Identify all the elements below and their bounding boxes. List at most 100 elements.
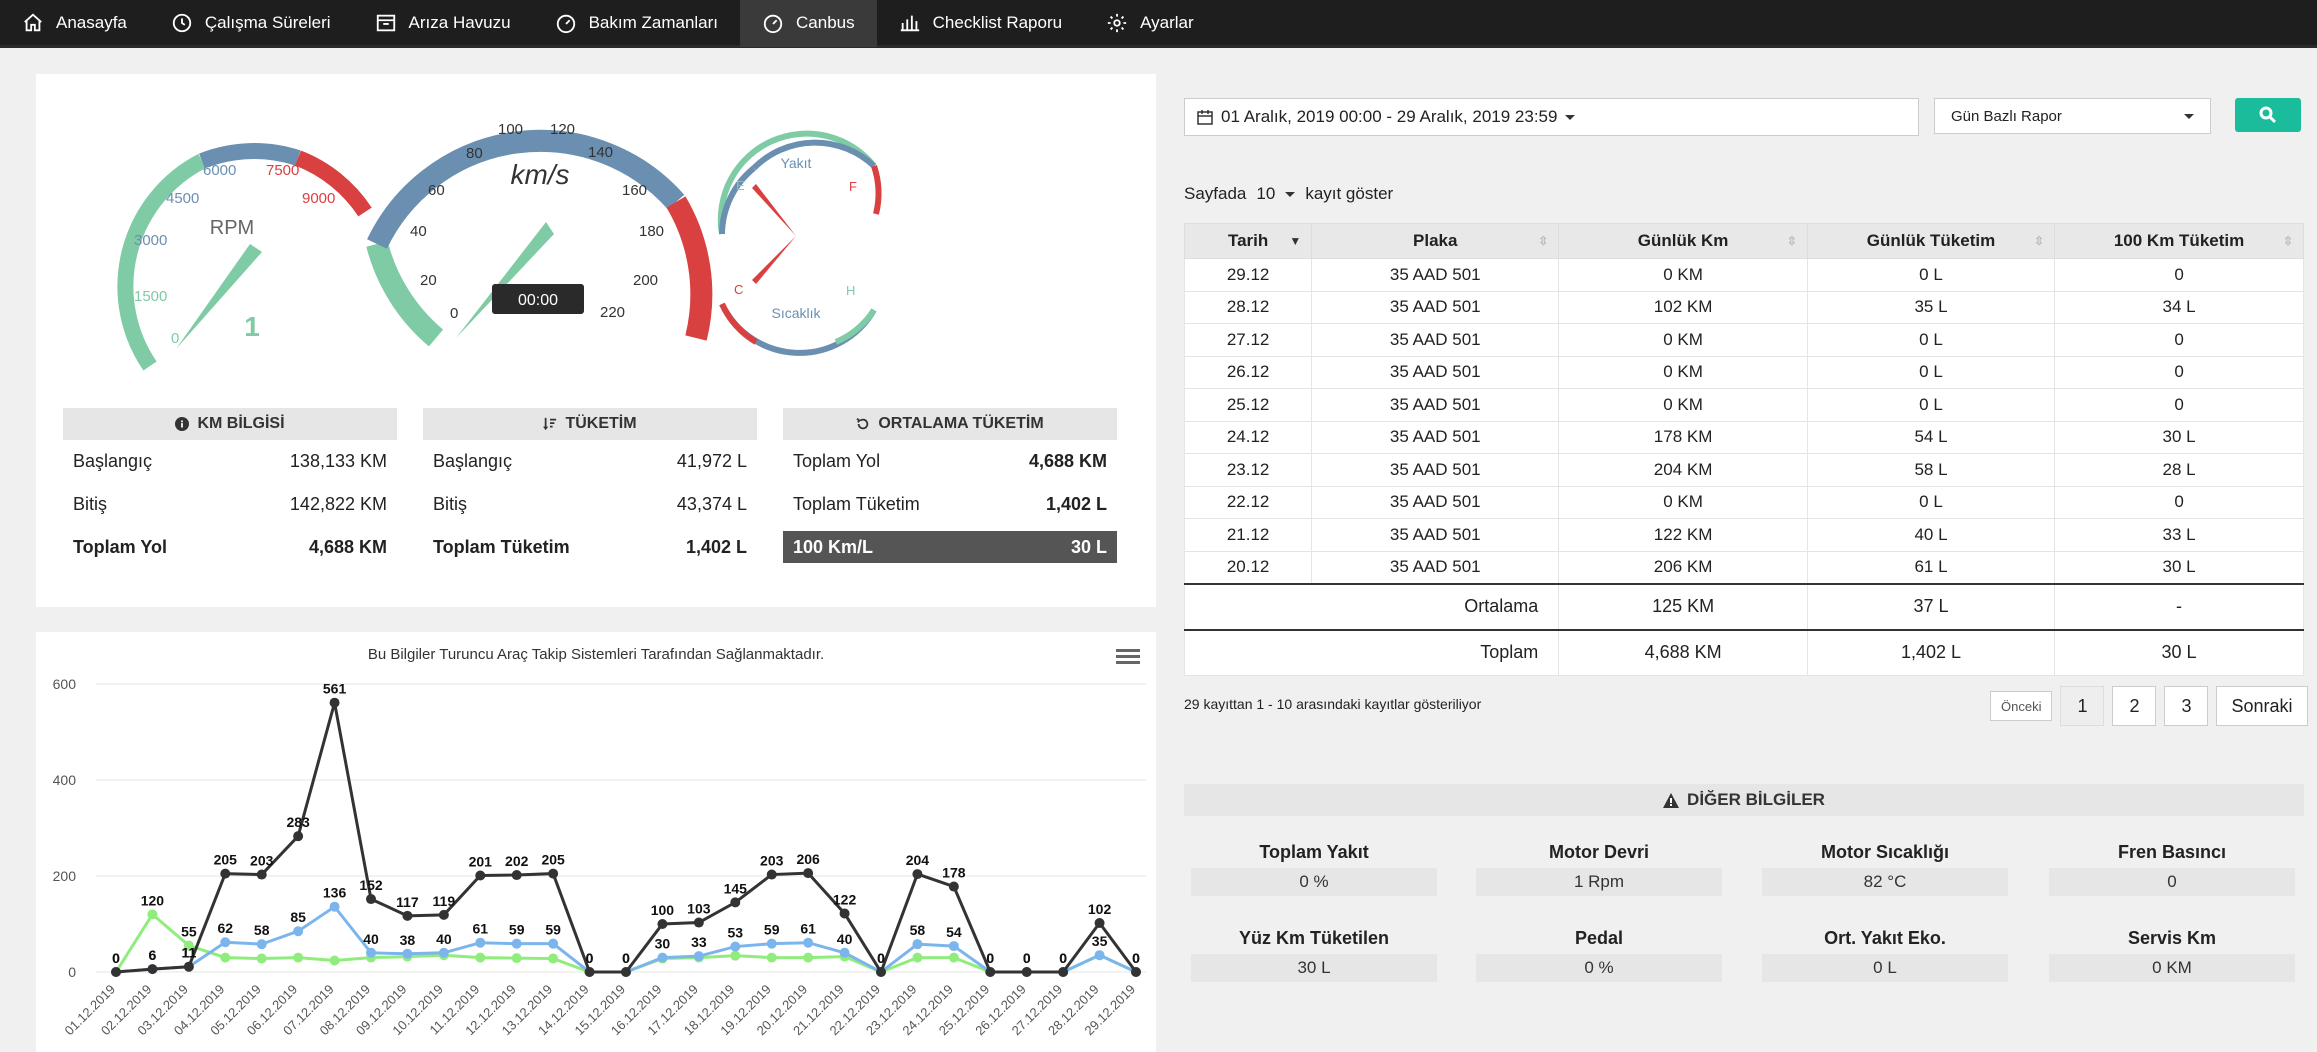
- avg-total-row: Toplam Tüketim 1,402 L: [783, 483, 1117, 526]
- page-button-1[interactable]: 1: [2060, 686, 2105, 726]
- data-point: [256, 869, 267, 880]
- table-cell: 22.12: [1183, 485, 1313, 519]
- search-button[interactable]: [2235, 98, 2301, 132]
- table-cell: 27.12: [1183, 323, 1313, 357]
- other-label: Yüz Km Tüketilen: [1238, 928, 1390, 948]
- other-value: 0 KM: [2049, 954, 2295, 982]
- col-header-plaka[interactable]: Plaka ⇳: [1311, 223, 1560, 259]
- table-row: 21.12 35 AAD 501 122 KM 40 L 33 L: [1183, 518, 2304, 552]
- data-point: [912, 939, 923, 950]
- data-label: 152: [359, 877, 383, 893]
- rpm-tick: 4500: [166, 190, 199, 207]
- speed-tick: 160: [622, 182, 647, 199]
- next-page-button[interactable]: Sonraki: [2216, 686, 2308, 726]
- data-label: 59: [509, 922, 525, 938]
- average-km: 125 KM: [1558, 582, 1808, 630]
- data-point: [402, 948, 413, 959]
- data-label: 205: [214, 852, 238, 868]
- speed-tick: 0: [450, 305, 458, 322]
- home-icon: [24, 13, 42, 31]
- page-length-select[interactable]: 10: [1252, 184, 1299, 204]
- nav-calisma-sureleri[interactable]: Çalışma Süreleri: [149, 0, 353, 47]
- temp-cold: C: [734, 282, 743, 297]
- speed-time: 00:00: [518, 292, 558, 309]
- page-button-3[interactable]: 3: [2164, 686, 2209, 726]
- y-tick-label: 0: [68, 964, 76, 980]
- other-label: Motor Sıcaklığı: [1820, 842, 1950, 862]
- nav-label: Arıza Havuzu: [408, 12, 511, 32]
- nav-ayarlar[interactable]: Ayarlar: [1084, 0, 1216, 47]
- data-point: [220, 868, 231, 879]
- data-label: 201: [469, 854, 493, 870]
- fuel-needle: [752, 184, 796, 236]
- data-point: [548, 953, 559, 964]
- table-cell: 26.12: [1183, 355, 1313, 389]
- table-cell: 0: [2054, 258, 2304, 292]
- table-row: 26.12 35 AAD 501 0 KM 0 L0: [1183, 355, 2304, 389]
- other-label: Pedal: [1574, 928, 1624, 948]
- col-header-100km-tuketim[interactable]: 100 Km Tüketim ⇳: [2054, 223, 2304, 259]
- nav-canbus[interactable]: Canbus: [740, 0, 877, 47]
- data-label: 62: [217, 920, 233, 936]
- data-label: 0: [622, 950, 630, 966]
- page-button-2[interactable]: 2: [2112, 686, 2157, 726]
- nav-ariza-havuzu[interactable]: Arıza Havuzu: [353, 0, 533, 47]
- sort-icon: ⇳: [1786, 234, 1797, 248]
- data-point: [730, 941, 741, 952]
- nav-label: Ayarlar: [1140, 12, 1194, 32]
- data-point: [293, 952, 304, 963]
- data-label: 11: [181, 945, 196, 961]
- data-label: 6: [149, 947, 157, 963]
- col-header-gunluk-km[interactable]: Günlük Km ⇳: [1558, 223, 1808, 259]
- data-label: 0: [112, 950, 120, 966]
- top-nav: Anasayfa Çalışma Süreleri Arıza Havuzu B…: [0, 0, 2317, 48]
- nav-bakim-zamanlari[interactable]: Bakım Zamanları: [533, 0, 740, 47]
- table-info: 29 kayıttan 1 - 10 arasındaki kayıtlar g…: [1184, 696, 1482, 712]
- chart-menu-icon[interactable]: [1116, 649, 1140, 664]
- data-label: 0: [1023, 950, 1031, 966]
- data-point: [948, 881, 959, 892]
- data-label: 120: [141, 892, 165, 908]
- table-cell: 35 AAD 501: [1311, 290, 1560, 324]
- prev-page-button[interactable]: Önceki: [1990, 691, 2053, 721]
- data-point: [220, 937, 231, 948]
- table-cell: 54 L: [1806, 420, 2056, 454]
- report-type-select[interactable]: Gün Bazlı Rapor: [1934, 98, 2211, 134]
- temp-label: Sıcaklık: [771, 305, 821, 321]
- other-label: Servis Km: [2127, 928, 2217, 948]
- data-point: [183, 961, 194, 972]
- nav-label: Çalışma Süreleri: [204, 12, 331, 32]
- other-value: 1 Rpm: [1476, 868, 1722, 896]
- nav-anasayfa[interactable]: Anasayfa: [0, 0, 149, 47]
- col-header-label: Plaka: [1413, 231, 1458, 250]
- date-range-picker[interactable]: 01 Aralık, 2019 00:00 - 29 Aralık, 2019 …: [1184, 98, 1919, 136]
- data-label: 0: [877, 950, 885, 966]
- data-point: [511, 938, 522, 949]
- data-label: 0: [986, 950, 994, 966]
- data-label: 40: [837, 931, 853, 947]
- table-row: 29.12 35 AAD 501 0 KM 0 L0: [1183, 258, 2304, 292]
- data-label: 178: [942, 865, 966, 881]
- data-point: [329, 955, 340, 966]
- data-point: [111, 967, 121, 977]
- km-start-row: Başlangıç 138,133 KM: [63, 440, 397, 483]
- other-value: 0 L: [1762, 954, 2008, 982]
- data-point: [839, 947, 850, 958]
- data-label: 61: [472, 921, 488, 937]
- data-point: [438, 947, 449, 958]
- col-header-gunluk-tuketim[interactable]: Günlük Tüketim ⇳: [1806, 223, 2056, 259]
- table-cell: 0: [2054, 323, 2304, 357]
- data-point: [366, 947, 376, 958]
- data-label: 40: [363, 931, 379, 947]
- nav-checklist-raporu[interactable]: Checklist Raporu: [877, 0, 1084, 47]
- col-header-label: Günlük Km: [1637, 231, 1729, 250]
- col-header-tarih[interactable]: Tarih ▼: [1183, 223, 1313, 259]
- data-point: [803, 937, 814, 948]
- rpm-tick: 0: [171, 330, 179, 347]
- dashboard-icon: [556, 14, 575, 33]
- other-pedal: Pedal 0 %: [1476, 928, 1722, 982]
- data-point: [766, 938, 777, 949]
- speed-tick: 120: [550, 121, 575, 138]
- table-cell: 0 KM: [1558, 388, 1808, 422]
- date-range-text: 01 Aralık, 2019 00:00 - 29 Aralık, 2019 …: [1221, 107, 1558, 126]
